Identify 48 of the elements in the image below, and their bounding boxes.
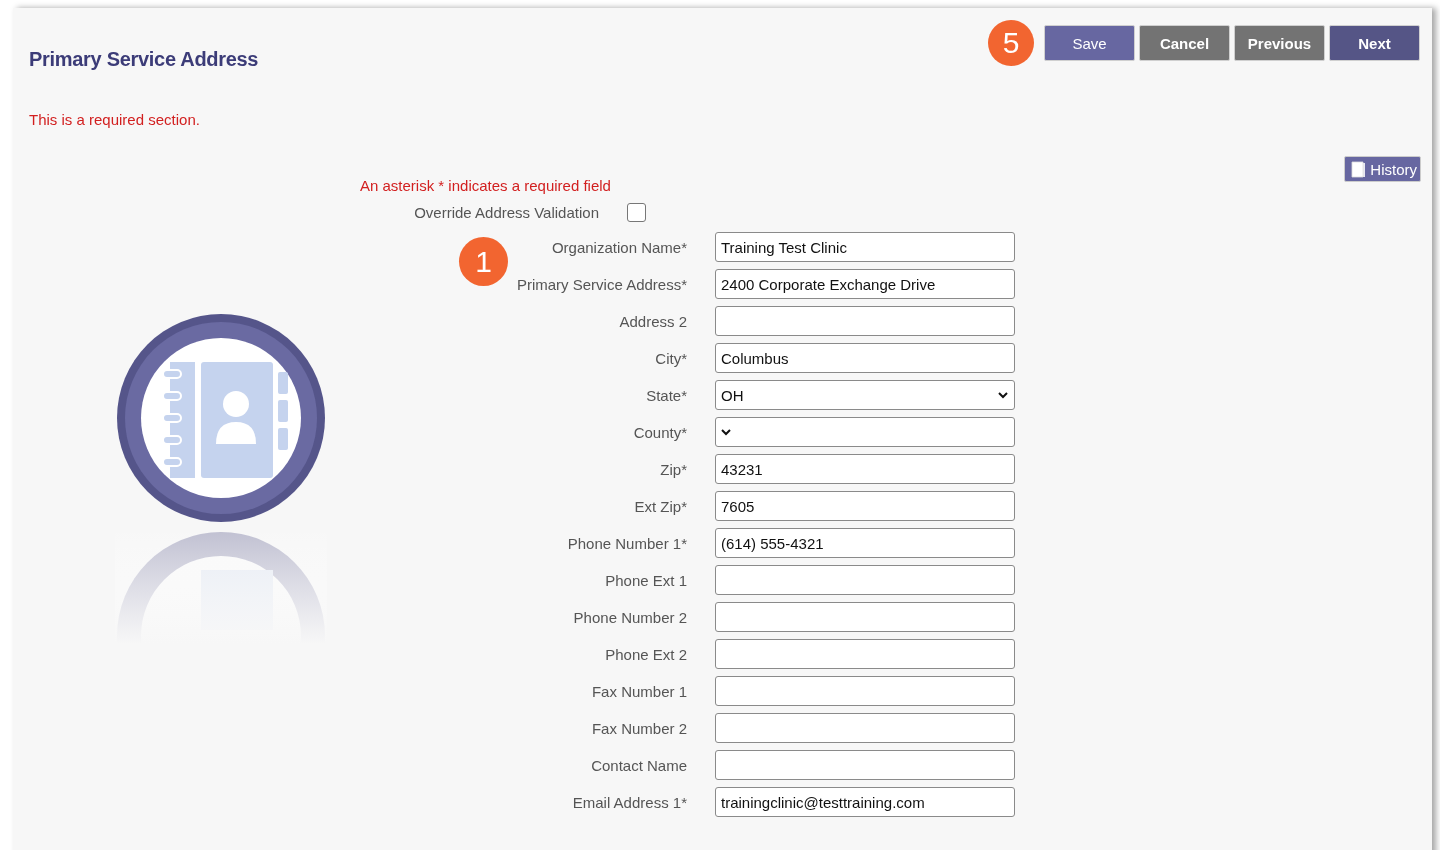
input-field[interactable]: Columbus <box>715 343 1015 373</box>
field-label: Override Address Validation <box>414 204 599 221</box>
history-button[interactable]: History <box>1344 156 1421 182</box>
input-field[interactable] <box>715 306 1015 336</box>
book-icon <box>1350 160 1367 178</box>
page-title: Primary Service Address <box>29 48 259 71</box>
action-button[interactable]: Previous <box>1234 25 1325 61</box>
input-field[interactable] <box>715 713 1015 743</box>
input-field[interactable] <box>715 602 1015 632</box>
input-field[interactable]: trainingclinic@testtraining.com <box>715 787 1015 817</box>
field-label: Fax Number 2 <box>590 719 687 737</box>
input-field[interactable] <box>715 565 1015 595</box>
field-label: State* <box>645 386 687 404</box>
field-label: Phone Ext 1 <box>604 571 687 589</box>
field-label: Phone Number 1* <box>566 534 687 552</box>
field-label: City* <box>654 349 687 367</box>
field-label: Email Address 1* <box>571 793 687 811</box>
step-badge: 5 <box>988 20 1034 66</box>
input-field[interactable]: 2400 Corporate Exchange Drive <box>715 269 1015 299</box>
field-label: Primary Service Address* <box>515 275 687 293</box>
input-field[interactable]: 7605 <box>715 491 1015 521</box>
field-label: Contact Name <box>590 756 687 774</box>
field-label: Fax Number 1 <box>590 682 687 700</box>
action-button[interactable]: Next <box>1329 25 1420 61</box>
field-label: Zip* <box>659 460 687 478</box>
action-button[interactable]: Save <box>1044 25 1135 61</box>
chevron-icon <box>998 391 1008 399</box>
input-field[interactable]: (614) 555-4321 <box>715 528 1015 558</box>
chevron-icon <box>721 428 731 436</box>
action-button[interactable]: Cancel <box>1139 25 1230 61</box>
select-field[interactable] <box>715 417 1015 447</box>
step-badge: 1 <box>459 237 508 286</box>
input-field[interactable]: 43231 <box>715 454 1015 484</box>
field-label: Address 2 <box>618 312 687 330</box>
field-label: Organization Name* <box>550 238 687 256</box>
required-note: This is a required section. <box>29 111 201 128</box>
field-label: Phone Number 2 <box>572 608 687 626</box>
field-label: County* <box>632 423 687 441</box>
asterisk-note: An asterisk * indicates a required field <box>360 177 612 194</box>
override-checkbox[interactable] <box>627 203 646 222</box>
address-book-icon <box>115 312 327 644</box>
field-label: Ext Zip* <box>633 497 687 515</box>
input-field[interactable] <box>715 639 1015 669</box>
input-field[interactable] <box>715 750 1015 780</box>
input-field[interactable]: Training Test Clinic <box>715 232 1015 262</box>
field-label: Phone Ext 2 <box>604 645 687 663</box>
select-field[interactable]: OH <box>715 380 1015 410</box>
input-field[interactable] <box>715 676 1015 706</box>
